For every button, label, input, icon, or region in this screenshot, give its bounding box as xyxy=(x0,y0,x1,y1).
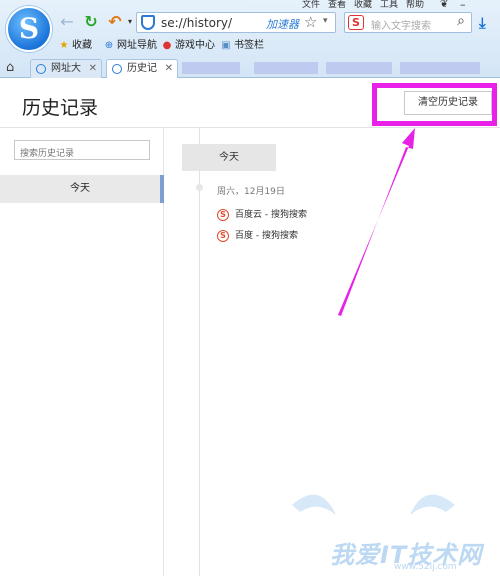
watermark-wing xyxy=(292,494,336,515)
watermark-wing xyxy=(410,494,455,515)
annotation-arrow xyxy=(292,128,455,515)
watermark-url: www.52ij.com xyxy=(394,562,457,572)
arrow-shape xyxy=(338,128,415,316)
